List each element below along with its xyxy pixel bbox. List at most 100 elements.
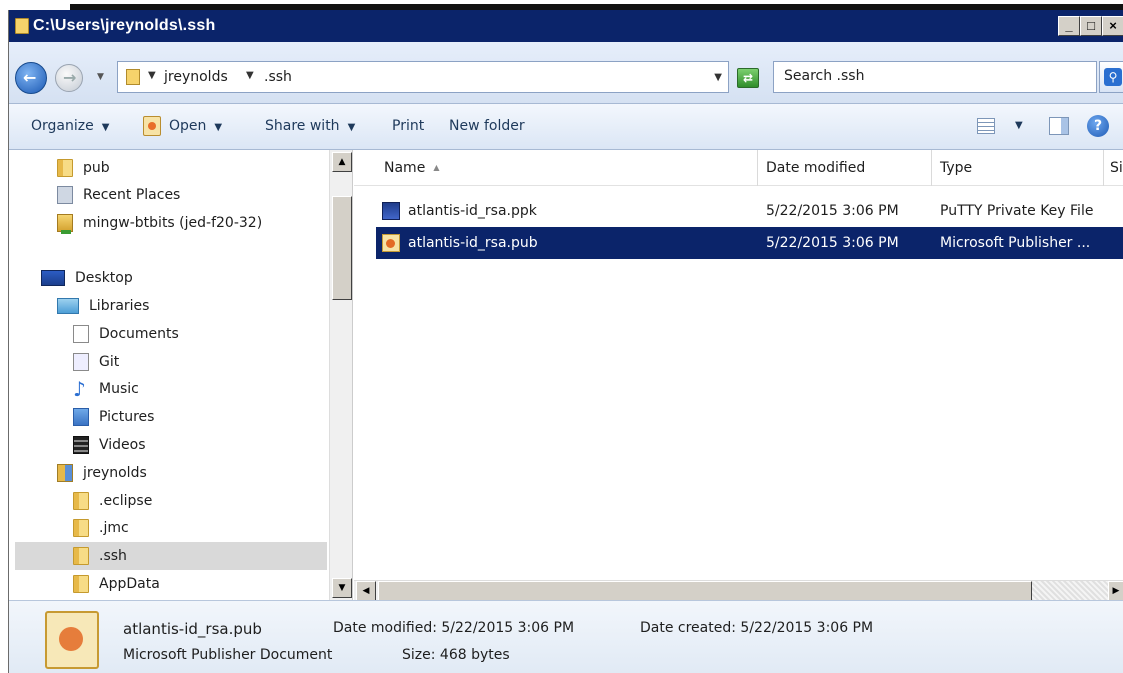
scroll-left-icon[interactable]: ◀ [356,581,376,601]
search-icon: ⚲ [1104,68,1122,86]
details-file-type: Microsoft Publisher Document [123,647,333,663]
view-options-icon[interactable] [977,118,995,134]
git-library-icon [73,353,89,371]
help-icon[interactable]: ? [1087,115,1109,137]
tree-item-desktop[interactable]: Desktop [41,264,133,292]
tree-item-music[interactable]: Music [73,375,139,403]
title-bar[interactable]: C:\Users\jreynolds\.ssh _ □ × [9,10,1123,42]
print-button[interactable]: Print [392,118,424,134]
back-button[interactable]: ← [15,62,47,94]
address-dropdown-icon[interactable]: ▼ [714,72,722,83]
chevron-down-icon: ▼ [214,122,223,133]
recent-pages-dropdown[interactable]: ▼ [97,72,104,82]
arrow-left-icon: ← [23,68,37,87]
maximize-button[interactable]: □ [1080,16,1102,36]
search-button[interactable]: ⚲ [1099,61,1123,93]
file-name: atlantis-id_rsa.pub [408,235,538,251]
search-input[interactable] [774,62,1074,90]
chevron-down-icon: ▼ [347,122,356,133]
column-header-name[interactable]: Name ▲ [376,150,758,186]
refresh-button[interactable]: ⇄ [737,68,759,88]
scroll-thumb[interactable] [332,196,352,300]
file-horizontal-scrollbar[interactable]: ◀ ▶ [354,580,1123,601]
breadcrumb-ssh[interactable]: .ssh [264,69,292,85]
column-header-size[interactable]: Size [1104,150,1123,186]
tree-item-recent-places[interactable]: Recent Places [57,181,180,209]
tree-item-appdata[interactable]: AppData [73,570,160,598]
column-header-type[interactable]: Type [932,150,1104,186]
open-button[interactable]: Open ▼ [169,118,222,134]
breadcrumb-chevron-icon[interactable]: ▼ [246,70,254,81]
details-date-modified: Date modified: 5/22/2015 3:06 PM [333,620,575,636]
arrow-right-icon: → [63,68,77,87]
folder-icon [73,575,89,593]
tree-item-pictures[interactable]: Pictures [73,403,154,431]
table-row[interactable]: atlantis-id_rsa.pub 5/22/2015 3:06 PM Mi… [376,227,1123,259]
tree-item-jmc[interactable]: .jmc [73,514,129,542]
chevron-down-icon: ▼ [101,122,110,133]
tree-item-pub[interactable]: pub [57,154,110,182]
forward-button[interactable]: → [55,64,83,92]
file-date: 5/22/2015 3:06 PM [766,203,899,219]
details-pane: atlantis-id_rsa.pub Microsoft Publisher … [9,600,1123,673]
folder-icon [126,69,140,85]
chevron-down-icon[interactable]: ▼ [1015,120,1023,131]
user-folder-icon [57,464,73,482]
folder-icon [73,519,89,537]
tree-item-jreynolds[interactable]: jreynolds [57,459,147,487]
tree-item-ssh[interactable]: .ssh [15,542,327,570]
tree-item-git[interactable]: Git [73,348,119,376]
libraries-icon [57,298,79,314]
folder-icon [73,492,89,510]
scroll-thumb[interactable] [378,581,1032,601]
details-size: Size: 468 bytes [402,647,510,663]
scroll-down-icon[interactable]: ▼ [332,578,352,598]
breadcrumb-jreynolds[interactable]: jreynolds [164,69,228,85]
folder-icon [73,547,89,565]
details-file-name: atlantis-id_rsa.pub [123,620,262,638]
documents-icon [73,325,89,343]
file-list-pane: Name▲ Date modified Type Size atlantis-i… [354,150,1123,601]
folder-icon [15,18,29,34]
file-date: 5/22/2015 3:06 PM [766,235,899,251]
publisher-open-icon [143,116,161,136]
publisher-file-icon [382,234,400,252]
sort-ascending-icon: ▲ [433,163,440,172]
details-date-created: Date created: 5/22/2015 3:06 PM [640,620,874,636]
videos-icon [73,436,89,454]
nav-vertical-scrollbar[interactable]: ▲ ▼ [329,150,352,600]
tree-item-libraries[interactable]: Libraries [57,292,149,320]
navigation-pane: pub Recent Places mingw-btbits (jed-f20-… [9,150,353,600]
pictures-icon [73,408,89,426]
command-bar: Organize ▼ Open ▼ Share with ▼ Print New fo… [9,104,1123,150]
publisher-document-icon [45,611,99,669]
scroll-up-icon[interactable]: ▲ [332,152,352,172]
new-folder-button[interactable]: New folder [449,118,525,134]
file-name: atlantis-id_rsa.ppk [408,203,537,219]
organize-button[interactable]: Organize ▼ [31,118,109,134]
table-row[interactable]: atlantis-id_rsa.ppk 5/22/2015 3:06 PM Pu… [376,195,1123,227]
music-icon [73,377,89,401]
mapped-folder-icon [57,214,73,234]
window-title: C:\Users\jreynolds\.ssh [33,17,216,34]
preview-pane-icon[interactable] [1049,117,1069,135]
column-headers: Name▲ Date modified Type Size [354,150,1123,186]
scroll-right-icon[interactable]: ▶ [1108,581,1123,601]
address-box[interactable]: ▼ jreynolds ▼ .ssh ▼ [117,61,729,93]
tree-item-mingw-btbits[interactable]: mingw-btbits (jed-f20-32) [57,209,262,237]
recent-places-icon [57,186,73,204]
search-box[interactable] [773,61,1097,93]
minimize-button[interactable]: _ [1058,16,1080,36]
share-with-button[interactable]: Share with ▼ [265,118,355,134]
close-button[interactable]: × [1102,16,1123,36]
file-type: Microsoft Publisher ... [940,235,1091,251]
background-strip [0,0,1123,10]
caption-buttons: _ □ × [1058,16,1123,36]
tree-item-eclipse[interactable]: .eclipse [73,487,152,515]
tree-item-videos[interactable]: Videos [73,431,146,459]
desktop-icon [41,270,65,286]
breadcrumb-chevron-icon[interactable]: ▼ [148,70,156,81]
column-header-date-modified[interactable]: Date modified [758,150,932,186]
tree-item-documents[interactable]: Documents [73,320,179,348]
refresh-icon: ⇄ [742,71,754,85]
